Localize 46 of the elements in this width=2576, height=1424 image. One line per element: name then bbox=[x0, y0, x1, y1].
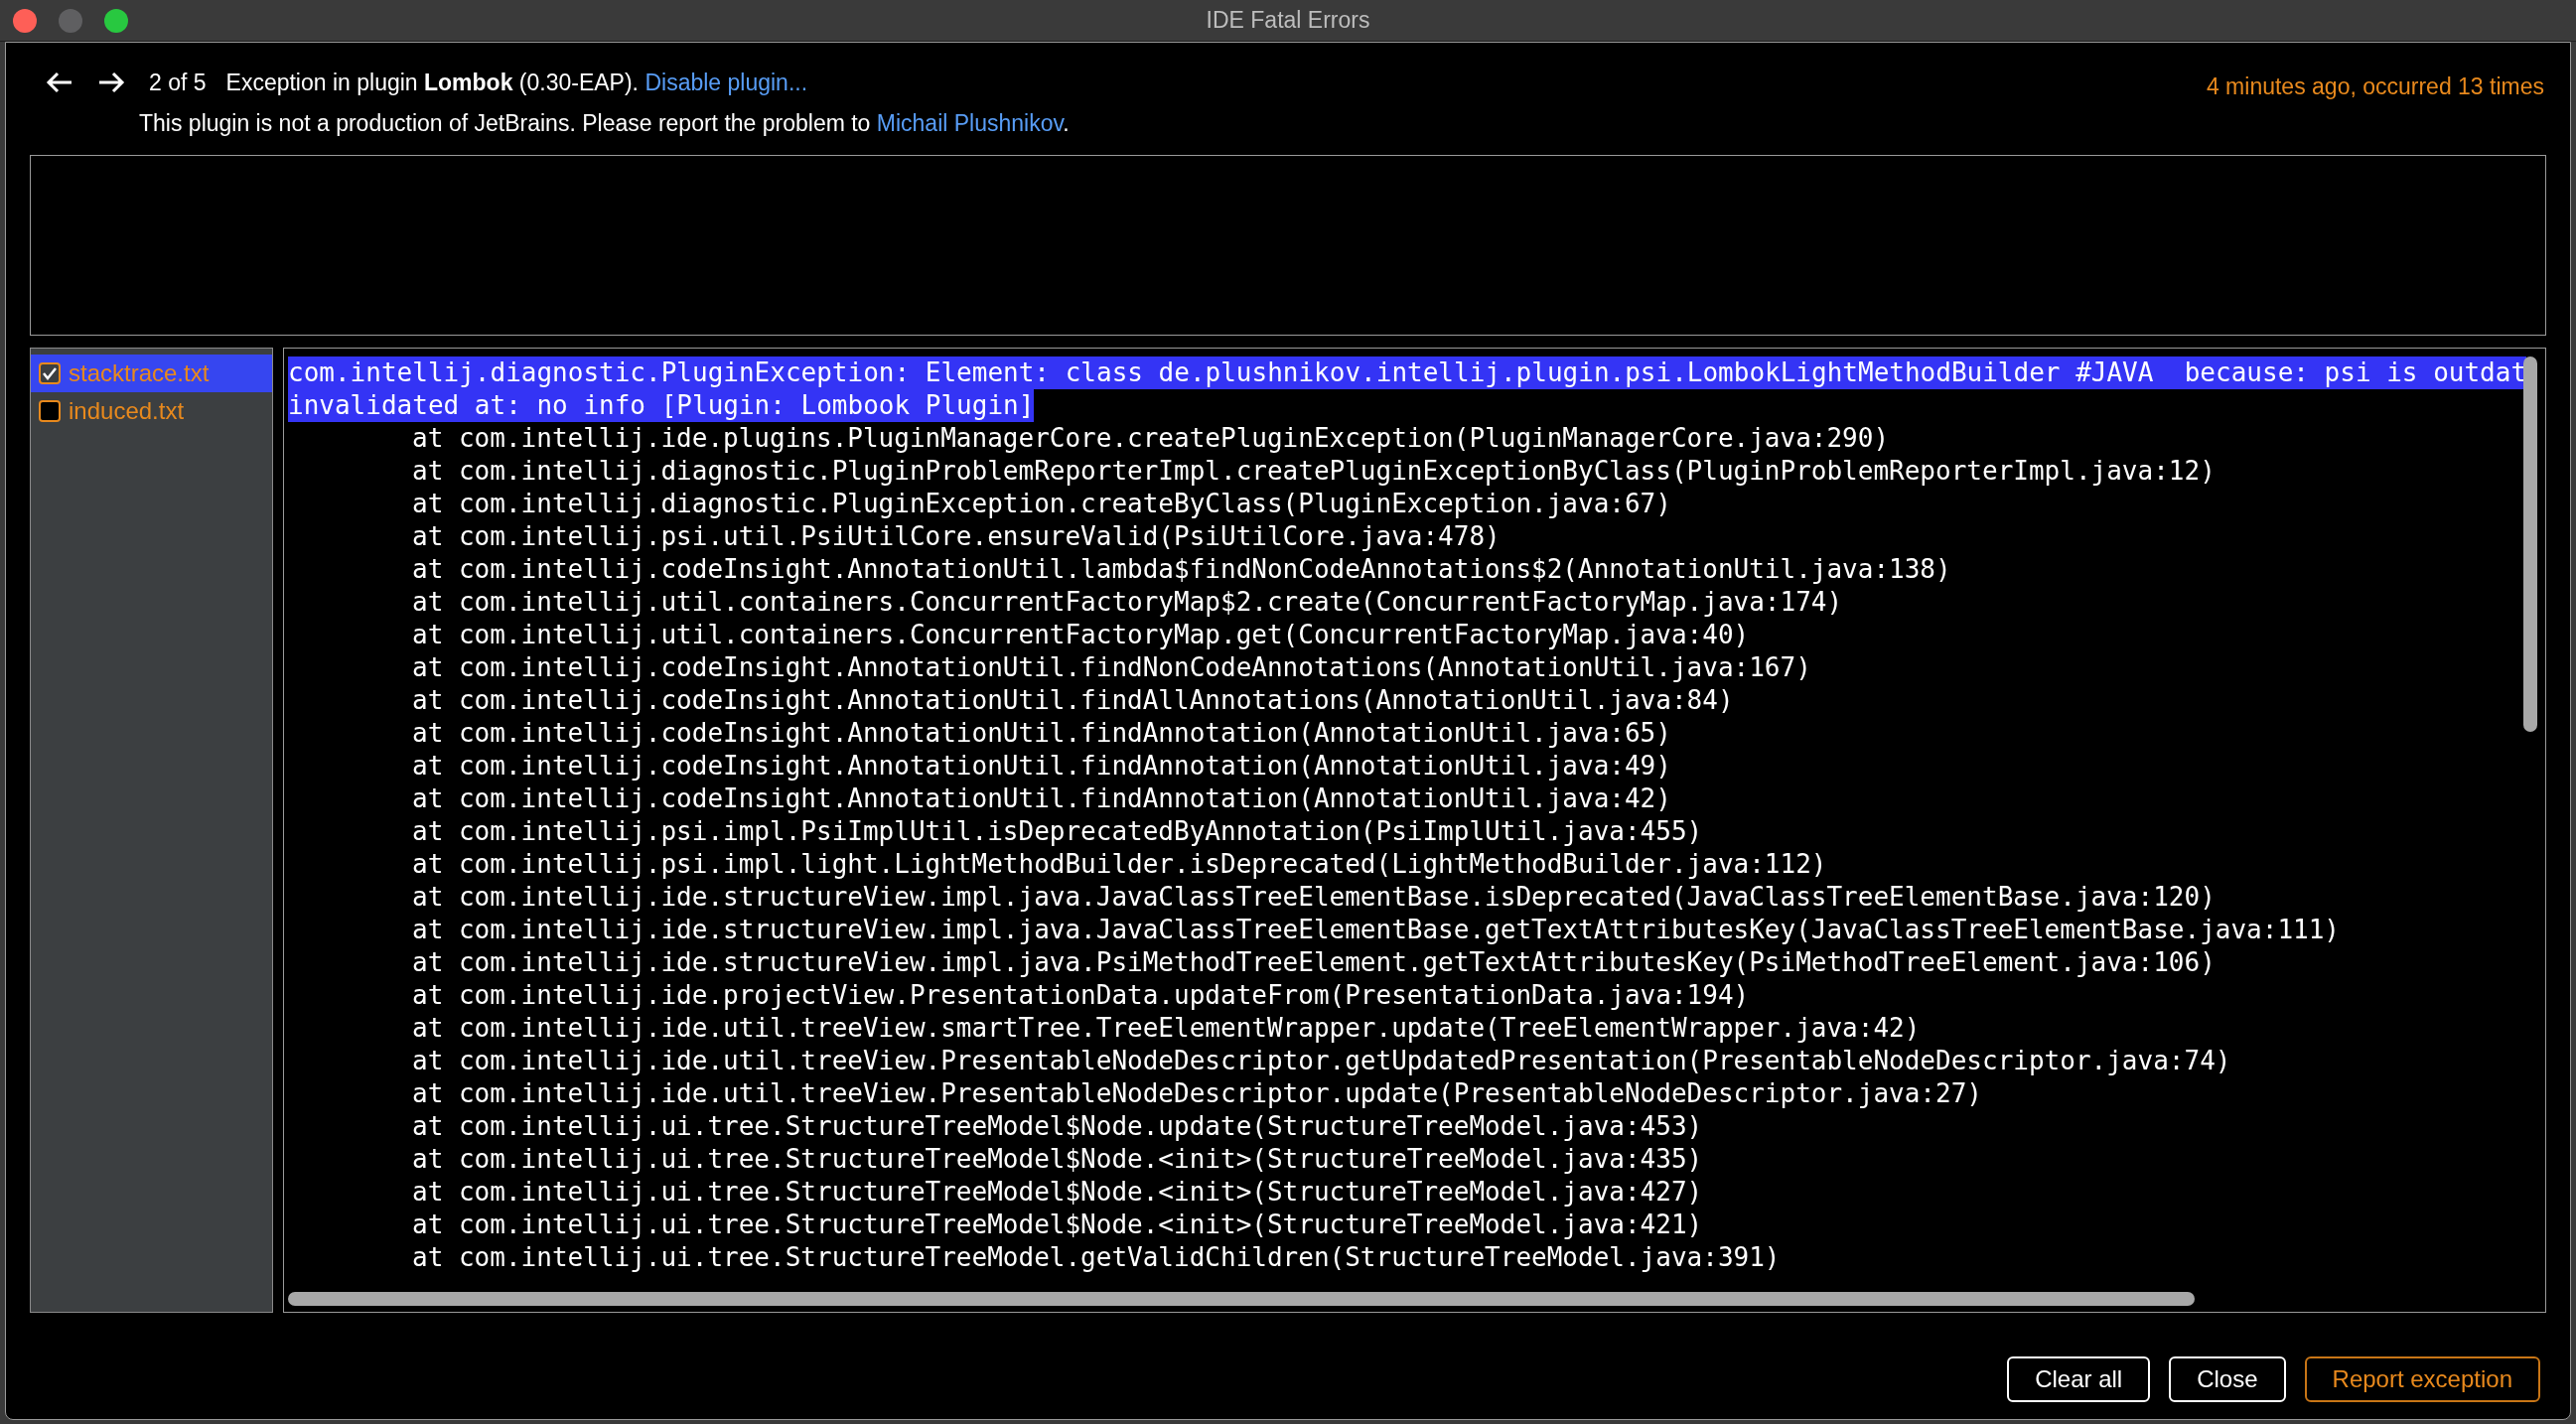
plugin-notice: This plugin is not a production of JetBrains. Please report the problem to Michail Plushnikov. bbox=[139, 109, 1071, 138]
comment-field[interactable] bbox=[30, 154, 2546, 336]
stacktrace-line: at com.intellij.ide.util.treeView.smartTree.TreeElementWrapper.update(TreeElementWrapper.java:42) bbox=[412, 1011, 1921, 1045]
stacktrace-line: at com.intellij.diagnostic.PluginProblemReporterImpl.createPluginExceptionByClass(PluginProblemReporterImpl.java:12) bbox=[412, 454, 2216, 488]
stacktrace-line: at com.intellij.ui.tree.StructureTreeModel.getValidChildren(StructureTreeModel.java:391) bbox=[412, 1240, 1781, 1274]
forward-arrow-icon[interactable] bbox=[97, 71, 125, 94]
error-position: 2 of 5 bbox=[149, 68, 207, 97]
back-arrow-icon[interactable] bbox=[46, 71, 73, 94]
stacktrace-line: at com.intellij.ui.tree.StructureTreeModel$Node.<init>(StructureTreeModel.java:421) bbox=[412, 1208, 1703, 1241]
author-link[interactable]: Michail Plushnikov bbox=[876, 110, 1064, 136]
close-window-button[interactable] bbox=[13, 8, 37, 33]
vertical-scrollbar[interactable] bbox=[2523, 356, 2537, 732]
dialog-button[interactable]: Close bbox=[2169, 1355, 2286, 1402]
stacktrace-line: at com.intellij.ui.tree.StructureTreeModel$Node.<init>(StructureTreeModel.java:427) bbox=[412, 1175, 1703, 1209]
dialog-button[interactable]: Clear all bbox=[2007, 1355, 2151, 1402]
stacktrace-line: at com.intellij.diagnostic.PluginException.createByClass(PluginException.java:67) bbox=[412, 487, 1671, 520]
report-exception-button[interactable]: Report exception bbox=[2304, 1355, 2540, 1402]
checkbox[interactable] bbox=[39, 361, 61, 384]
stacktrace-line: at com.intellij.codeInsight.AnnotationUtil.findNonCodeAnnotations(AnnotationUtil.java:167) bbox=[412, 650, 1811, 684]
attachment-item[interactable]: induced.txt bbox=[31, 391, 272, 430]
stacktrace-line: at com.intellij.ide.structureView.impl.java.JavaClassTreeElementBase.getTextAttributesKey(JavaClassTreeElementBase.java:111) bbox=[412, 913, 2340, 946]
stacktrace-line: at com.intellij.ide.projectView.PresentationData.updateFrom(PresentationData.java:194) bbox=[412, 978, 1750, 1012]
stacktrace-line: at com.intellij.util.containers.ConcurrentFactoryMap$2.create(ConcurrentFactoryMap.java:174) bbox=[412, 585, 1843, 619]
stacktrace-line: at com.intellij.util.containers.ConcurrentFactoryMap.get(ConcurrentFactoryMap.java:40) bbox=[412, 618, 1750, 651]
checkbox[interactable] bbox=[39, 399, 61, 422]
stacktrace-line: at com.intellij.psi.util.PsiUtilCore.ensureValid(PsiUtilCore.java:478) bbox=[412, 519, 1501, 553]
disable-plugin-link[interactable]: Disable plugin... bbox=[644, 69, 808, 95]
stacktrace-line: at com.intellij.codeInsight.AnnotationUtil.findAnnotation(AnnotationUtil.java:65) bbox=[412, 716, 1671, 750]
stacktrace-line: at com.intellij.ide.structureView.impl.java.JavaClassTreeElementBase.isDeprecated(JavaClassTreeElementBase.java:120) bbox=[412, 880, 2216, 914]
stacktrace-line: at com.intellij.ui.tree.StructureTreeModel$Node.update(StructureTreeModel.java:453) bbox=[412, 1109, 1703, 1143]
stacktrace-line: at com.intellij.ide.util.treeView.PresentableNodeDescriptor.update(PresentableNodeDescriptor.java:27) bbox=[412, 1076, 1982, 1110]
stacktrace-line: at com.intellij.codeInsight.AnnotationUtil.lambda$findNonCodeAnnotations$2(AnnotationUtil.java:138) bbox=[412, 552, 1951, 586]
stacktrace-line: at com.intellij.ide.plugins.PluginManagerCore.createPluginException(PluginManagerCore.java:290) bbox=[412, 421, 1890, 455]
stacktrace-line: at com.intellij.ui.tree.StructureTreeModel$Node.<init>(StructureTreeModel.java:435) bbox=[412, 1142, 1703, 1176]
stacktrace-line: at com.intellij.psi.impl.light.LightMethodBuilder.isDeprecated(LightMethodBuilder.java:112) bbox=[412, 847, 1827, 881]
stacktrace-line: at com.intellij.codeInsight.AnnotationUtil.findAllAnnotations(AnnotationUtil.java:84) bbox=[412, 683, 1734, 717]
timestamp: 4 minutes ago, occurred 13 times bbox=[2206, 72, 2544, 101]
horizontal-scrollbar[interactable] bbox=[288, 1291, 2195, 1306]
zoom-window-button[interactable] bbox=[104, 8, 128, 33]
stacktrace-line: at com.intellij.codeInsight.AnnotationUtil.findAnnotation(AnnotationUtil.java:42) bbox=[412, 782, 1671, 815]
exception-message: Exception in plugin Lombok (0.30-EAP). Disable plugin... bbox=[225, 68, 808, 97]
stacktrace-line: at com.intellij.ide.util.treeView.PresentableNodeDescriptor.getUpdatedPresentation(PresentableNodeDescriptor.java:74) bbox=[412, 1044, 2231, 1077]
stacktrace-line: at com.intellij.codeInsight.AnnotationUtil.findAnnotation(AnnotationUtil.java:49) bbox=[412, 749, 1671, 783]
window-title: IDE Fatal Errors bbox=[1206, 6, 1370, 36]
stacktrace-line: at com.intellij.psi.impl.PsiImplUtil.isDeprecatedByAnnotation(PsiImplUtil.java:455) bbox=[412, 814, 1703, 848]
stacktrace-line: at com.intellij.ide.structureView.impl.java.PsiMethodTreeElement.getTextAttributesKey(PsiMethodTreeElement.java:106) bbox=[412, 945, 2216, 979]
